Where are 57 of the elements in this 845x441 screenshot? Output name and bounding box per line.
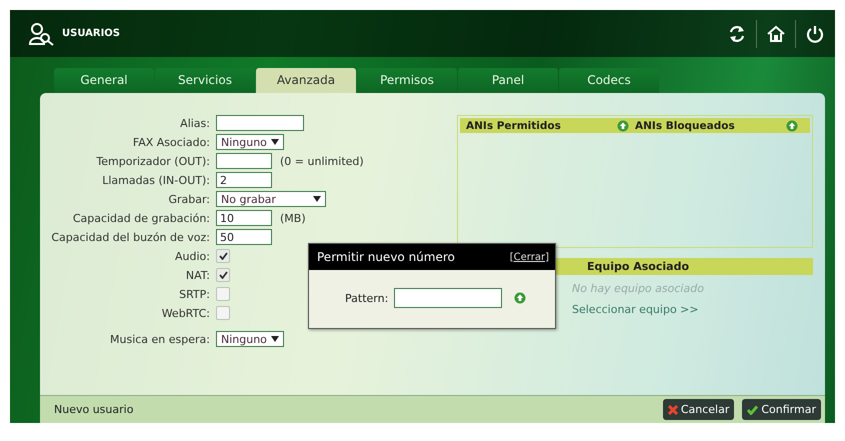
add-icon[interactable] — [617, 120, 629, 132]
field-label: NAT: — [184, 268, 210, 282]
power-icon[interactable] — [805, 24, 825, 44]
input-field[interactable]: 2 — [216, 172, 272, 188]
caret-icon — [271, 336, 279, 342]
select-link[interactable]: Seleccionar equipo >> — [572, 303, 813, 316]
column-title: ANIs Bloqueados — [635, 120, 736, 132]
tab[interactable]: Panel — [458, 68, 558, 93]
checkbox[interactable] — [216, 287, 230, 301]
check-icon — [747, 404, 758, 414]
column-title: ANIs Permitidos — [466, 120, 562, 132]
dropdown[interactable]: Ninguno — [216, 331, 284, 347]
users-icon — [28, 22, 54, 46]
close-icon — [668, 404, 678, 414]
tab[interactable]: Codecs — [559, 68, 659, 93]
check-icon — [218, 252, 228, 260]
field-label: Temporizador (OUT): — [95, 154, 210, 168]
empty-message: No hay equipo asociado — [572, 282, 705, 295]
input-field[interactable] — [216, 115, 304, 131]
checkbox[interactable] — [216, 249, 230, 263]
field-label: Capacidad de grabación: — [72, 212, 210, 224]
field-label: SRTP: — [178, 288, 210, 300]
field-label: FAX Asociado: — [132, 136, 210, 148]
caret-icon — [313, 196, 321, 202]
field-label: Grabar: — [167, 192, 210, 206]
unit-note: (MB) — [280, 212, 306, 224]
confirm-button[interactable]: Confirmar — [742, 399, 821, 420]
tab[interactable]: Permisos — [357, 68, 457, 93]
home-icon[interactable] — [766, 24, 786, 44]
field-label: Llamadas (IN-OUT): — [101, 174, 210, 186]
add-icon[interactable] — [514, 292, 526, 304]
checkbox[interactable] — [216, 306, 230, 320]
tab[interactable]: Servicios — [155, 68, 255, 93]
unit-note: (0 = unlimited) — [280, 154, 364, 168]
field-label: Pattern: — [345, 292, 388, 304]
tab[interactable]: Avanzada — [256, 68, 356, 93]
input-field[interactable]: 10 — [216, 210, 272, 226]
input-field[interactable] — [216, 153, 272, 169]
add-icon[interactable] — [786, 120, 798, 132]
header-title: USUARIOS — [62, 28, 120, 39]
dropdown[interactable]: Ninguno — [216, 134, 284, 150]
field-label: Capacidad del buzón de voz: — [50, 230, 210, 244]
dialog-title: Permitir nuevo número — [317, 250, 455, 264]
checkbox[interactable] — [216, 268, 230, 282]
caret-icon — [271, 139, 279, 145]
field-label: Musica en espera: — [109, 332, 210, 346]
field-label: Alias: — [179, 116, 210, 130]
input-field[interactable]: 50 — [216, 229, 272, 245]
cancel-button[interactable]: Cancelar — [662, 399, 734, 420]
tab[interactable]: General — [54, 68, 154, 93]
refresh-icon[interactable] — [727, 24, 747, 44]
dropdown[interactable]: No grabar — [216, 191, 326, 207]
field-label: Audio: — [174, 250, 210, 262]
field-label: WebRTC: — [160, 306, 210, 320]
status-text: Nuevo usuario — [54, 403, 134, 416]
pattern-field[interactable] — [394, 288, 502, 308]
check-icon — [218, 271, 228, 279]
